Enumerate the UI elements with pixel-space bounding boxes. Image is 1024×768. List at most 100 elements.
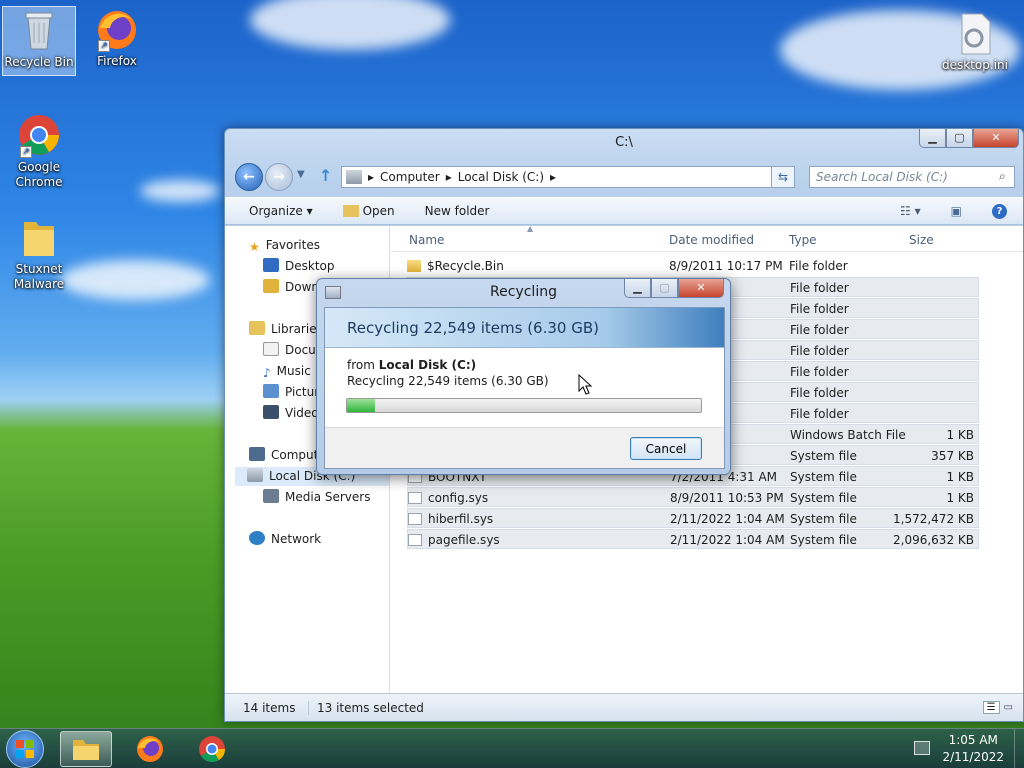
column-name[interactable]: Name (409, 233, 444, 247)
desktop-icon-label: Stuxnet Malware (13, 262, 65, 291)
nav-desktop[interactable]: Desktop (263, 257, 335, 276)
file-type: File folder (790, 365, 849, 379)
file-type: File folder (790, 407, 849, 421)
from-line: from Local Disk (C:) (347, 358, 477, 372)
file-name: $Recycle.Bin (407, 256, 504, 276)
explorer-icon (73, 740, 99, 760)
view-options-icon[interactable]: ☷ ▾ (900, 204, 921, 218)
file-size: 1 KB (946, 491, 974, 505)
refresh-button[interactable]: ⇆ (771, 166, 795, 188)
search-input[interactable]: Search Local Disk (C:) (809, 166, 1015, 188)
libraries-icon (249, 321, 265, 335)
start-button[interactable] (6, 730, 44, 768)
dialog-close-button[interactable]: ✕ (678, 279, 724, 298)
file-type: File folder (790, 323, 849, 337)
firefox-icon: ↗ (94, 6, 140, 52)
caption-buttons: ▁ ▢ ✕ (919, 129, 1019, 148)
progress-bar (346, 398, 702, 413)
mouse-cursor (578, 374, 592, 395)
desktop-icon-recycle-bin[interactable]: Recycle Bin (2, 6, 76, 76)
minimize-button[interactable]: ▁ (919, 129, 946, 148)
nav-documents[interactable]: Docu (263, 341, 316, 360)
details-view-icon[interactable]: ☰ (982, 701, 1000, 714)
taskbar-firefox[interactable] (124, 731, 176, 767)
file-type: System file (790, 491, 857, 505)
star-icon: ★ (249, 240, 260, 254)
desktop-icon-google-chrome[interactable]: ↗ Google Chrome (2, 112, 76, 190)
desktop-icon-stuxnet-malware[interactable]: Stuxnet Malware (2, 214, 76, 292)
taskbar-chrome[interactable] (186, 731, 238, 767)
nav-libraries[interactable]: Libraries (249, 320, 323, 339)
desktop-icon-firefox[interactable]: ↗ Firefox (80, 6, 154, 69)
item-count: 14 items (243, 700, 309, 715)
clock-date: 2/11/2022 (942, 750, 1004, 764)
pictures-icon (263, 384, 279, 398)
nav-videos[interactable]: Video (263, 404, 319, 423)
dialog-minimize-button[interactable]: ▁ (624, 279, 651, 298)
taskbar-explorer[interactable] (60, 731, 112, 767)
desktop-icon (263, 258, 279, 272)
desktop-icon-desktop-ini[interactable]: desktop.ini (938, 10, 1012, 73)
file-type: Windows Batch File (790, 428, 906, 442)
dialog-caption-buttons: ▁ ▢ ✕ (624, 279, 724, 298)
file-date: 2/11/2022 1:04 AM (670, 512, 785, 526)
file-type: File folder (789, 259, 848, 273)
file-type: System file (790, 512, 857, 526)
file-size: 1 KB (946, 428, 974, 442)
new-folder-button[interactable]: New folder (425, 204, 490, 218)
progress-fill (347, 399, 376, 412)
recent-pages-chevron-icon[interactable]: ▼ (297, 169, 305, 180)
large-icons-view-icon[interactable]: ▭ (1004, 702, 1013, 713)
table-row[interactable]: $Recycle.Bin 8/9/2011 10:17 PM File folder (407, 256, 979, 276)
file-icon (408, 534, 422, 546)
nav-computer[interactable]: Comput (249, 446, 318, 465)
dialog-maximize-button: ▢ (651, 279, 678, 298)
folder-icon (407, 260, 421, 272)
back-button[interactable]: ← (235, 163, 263, 191)
open-button[interactable]: Open (342, 204, 395, 218)
address-bar[interactable]: ▸ Computer ▸ Local Disk (C:) ▸ ▼ (341, 166, 793, 188)
up-arrow-icon[interactable]: ↑ (319, 166, 332, 185)
chrome-icon: ↗ (16, 112, 62, 158)
nav-downloads[interactable]: Downl (263, 278, 322, 297)
breadcrumb-computer[interactable]: Computer (380, 170, 440, 184)
file-type: File folder (790, 281, 849, 295)
forward-button[interactable]: → (265, 163, 293, 191)
file-name: hiberfil.sys (408, 509, 493, 529)
file-name: config.sys (408, 488, 488, 508)
file-size: 1,572,472 KB (893, 512, 974, 526)
column-type[interactable]: Type (789, 233, 817, 247)
recycle-bin-icon (16, 7, 62, 53)
breadcrumb-local-disk[interactable]: Local Disk (C:) (458, 170, 544, 184)
help-icon[interactable]: ? (992, 203, 1007, 219)
cancel-button[interactable]: Cancel (630, 437, 702, 460)
organize-button[interactable]: Organize ▾ (249, 204, 313, 218)
nav-pictures[interactable]: Pictur (263, 383, 319, 402)
recycling-detail: Recycling 22,549 items (6.30 GB) (347, 374, 549, 388)
file-type: System file (790, 470, 857, 484)
table-row[interactable]: hiberfil.sys 2/11/2022 1:04 AM System file… (407, 508, 979, 528)
file-icon (408, 513, 422, 525)
table-row[interactable]: pagefile.sys 2/11/2022 1:04 AM System file… (407, 529, 979, 549)
breadcrumb-separator: ▸ (550, 170, 557, 184)
file-date: 2/11/2022 1:04 AM (670, 533, 785, 547)
nav-network[interactable]: Network (249, 530, 321, 549)
search-icon: ⌕ (999, 169, 1006, 183)
close-button[interactable]: ✕ (973, 129, 1019, 148)
column-date-modified[interactable]: Date modified (669, 233, 754, 247)
column-size[interactable]: Size (909, 233, 934, 247)
nav-favorites[interactable]: ★ Favorites (249, 236, 320, 255)
nav-media-servers[interactable]: Media Servers (263, 488, 370, 507)
maximize-button[interactable]: ▢ (946, 129, 973, 148)
network-tray-icon[interactable] (914, 741, 930, 755)
clock[interactable]: 1:05 AM 2/11/2022 (942, 732, 1004, 766)
cloud (140, 180, 220, 202)
show-desktop-button[interactable] (1014, 729, 1024, 768)
nav-music[interactable]: ♪ Music (263, 362, 311, 381)
clock-time: 1:05 AM (948, 733, 998, 747)
desktop-icon-label: Google Chrome (15, 160, 63, 189)
desktop-icon-label: Firefox (97, 54, 137, 68)
preview-pane-icon[interactable]: ▣ (951, 204, 962, 218)
table-row[interactable]: config.sys 8/9/2011 10:53 PM System file 1 … (407, 487, 979, 507)
recycling-dialog[interactable]: Recycling ▁ ▢ ✕ Recycling 22,549 items (… (316, 278, 731, 475)
